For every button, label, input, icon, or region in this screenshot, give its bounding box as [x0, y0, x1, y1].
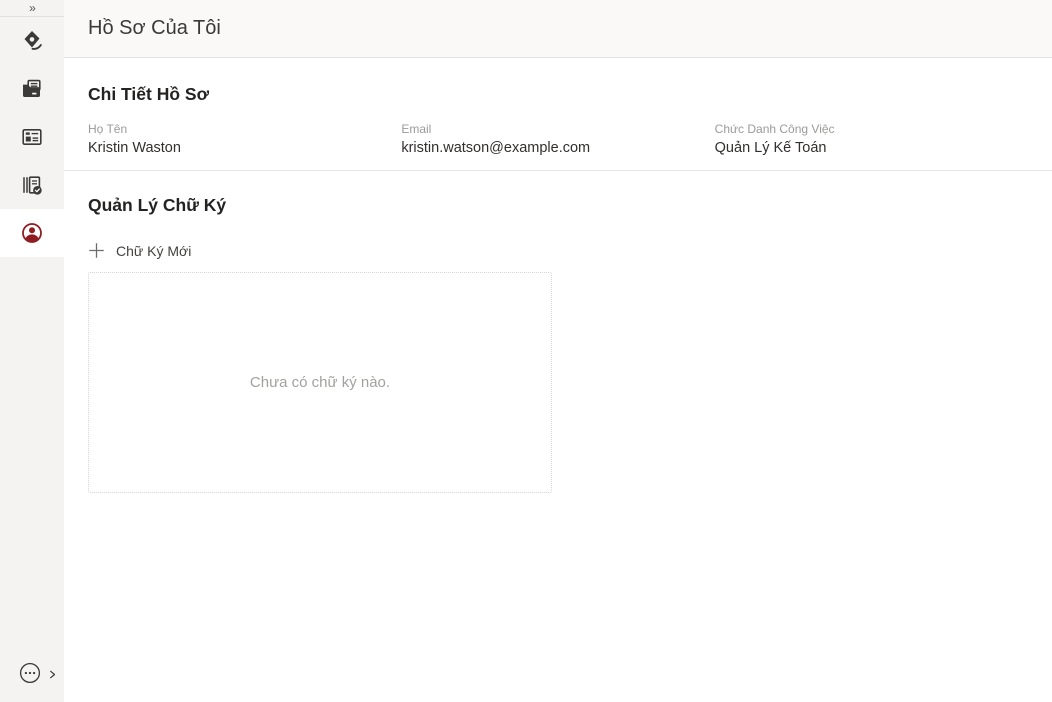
contact-card-icon	[20, 125, 44, 149]
document-check-icon	[20, 173, 44, 197]
sidebar-item-completed[interactable]	[0, 161, 64, 209]
signature-empty-message: Chưa có chữ ký nào.	[250, 374, 390, 391]
folder-documents-icon	[20, 77, 44, 101]
field-value: kristin.watson@example.com	[401, 140, 714, 156]
sidebar-bottom-controls	[18, 661, 58, 690]
profile-fields: Họ Tên Kristin Waston Email kristin.wats…	[88, 122, 1028, 156]
chevron-right-icon	[47, 667, 58, 685]
main-content: Hồ Sơ Của Tôi Chi Tiết Hồ Sơ Họ Tên Kris…	[64, 0, 1052, 702]
chevron-double-right-icon: »	[29, 2, 35, 14]
app-window: »	[0, 0, 1052, 702]
field-email: Email kristin.watson@example.com	[401, 122, 714, 156]
ellipsis-circle-icon	[18, 661, 42, 690]
sidebar-item-templates[interactable]	[0, 113, 64, 161]
new-signature-button[interactable]: Chữ Ký Mới	[88, 242, 191, 259]
sidebar-item-profile[interactable]	[0, 209, 64, 257]
profile-details-section: Chi Tiết Hồ Sơ Họ Tên Kristin Waston Ema…	[64, 58, 1052, 171]
expand-bottom-button[interactable]	[47, 667, 58, 685]
person-profile-icon	[20, 221, 44, 245]
pen-nib-icon	[20, 29, 44, 53]
sidebar-item-sign[interactable]	[0, 17, 64, 65]
field-label: Email	[401, 122, 714, 136]
field-label: Chức Danh Công Việc	[715, 122, 1028, 136]
sidebar-item-documents[interactable]	[0, 65, 64, 113]
page-title: Hồ Sơ Của Tôi	[88, 17, 221, 40]
field-full-name: Họ Tên Kristin Waston	[88, 122, 401, 156]
field-value: Kristin Waston	[88, 140, 401, 156]
sidebar: »	[0, 0, 64, 702]
new-signature-label: Chữ Ký Mới	[116, 243, 191, 259]
sidebar-nav	[0, 17, 64, 257]
expand-sidebar-button[interactable]: »	[0, 0, 64, 17]
field-label: Họ Tên	[88, 122, 401, 136]
signature-management-heading: Quản Lý Chữ Ký	[88, 195, 1028, 216]
page-header: Hồ Sơ Của Tôi	[64, 0, 1052, 58]
field-value: Quản Lý Kế Toán	[715, 140, 1028, 156]
signature-management-section: Quản Lý Chữ Ký Chữ Ký Mới Chưa có chữ ký…	[64, 171, 1052, 493]
more-options-button[interactable]	[18, 661, 42, 690]
profile-details-heading: Chi Tiết Hồ Sơ	[88, 84, 1028, 105]
plus-icon	[88, 242, 105, 259]
field-job-title: Chức Danh Công Việc Quản Lý Kế Toán	[715, 122, 1028, 156]
signature-empty-state: Chưa có chữ ký nào.	[88, 272, 552, 493]
